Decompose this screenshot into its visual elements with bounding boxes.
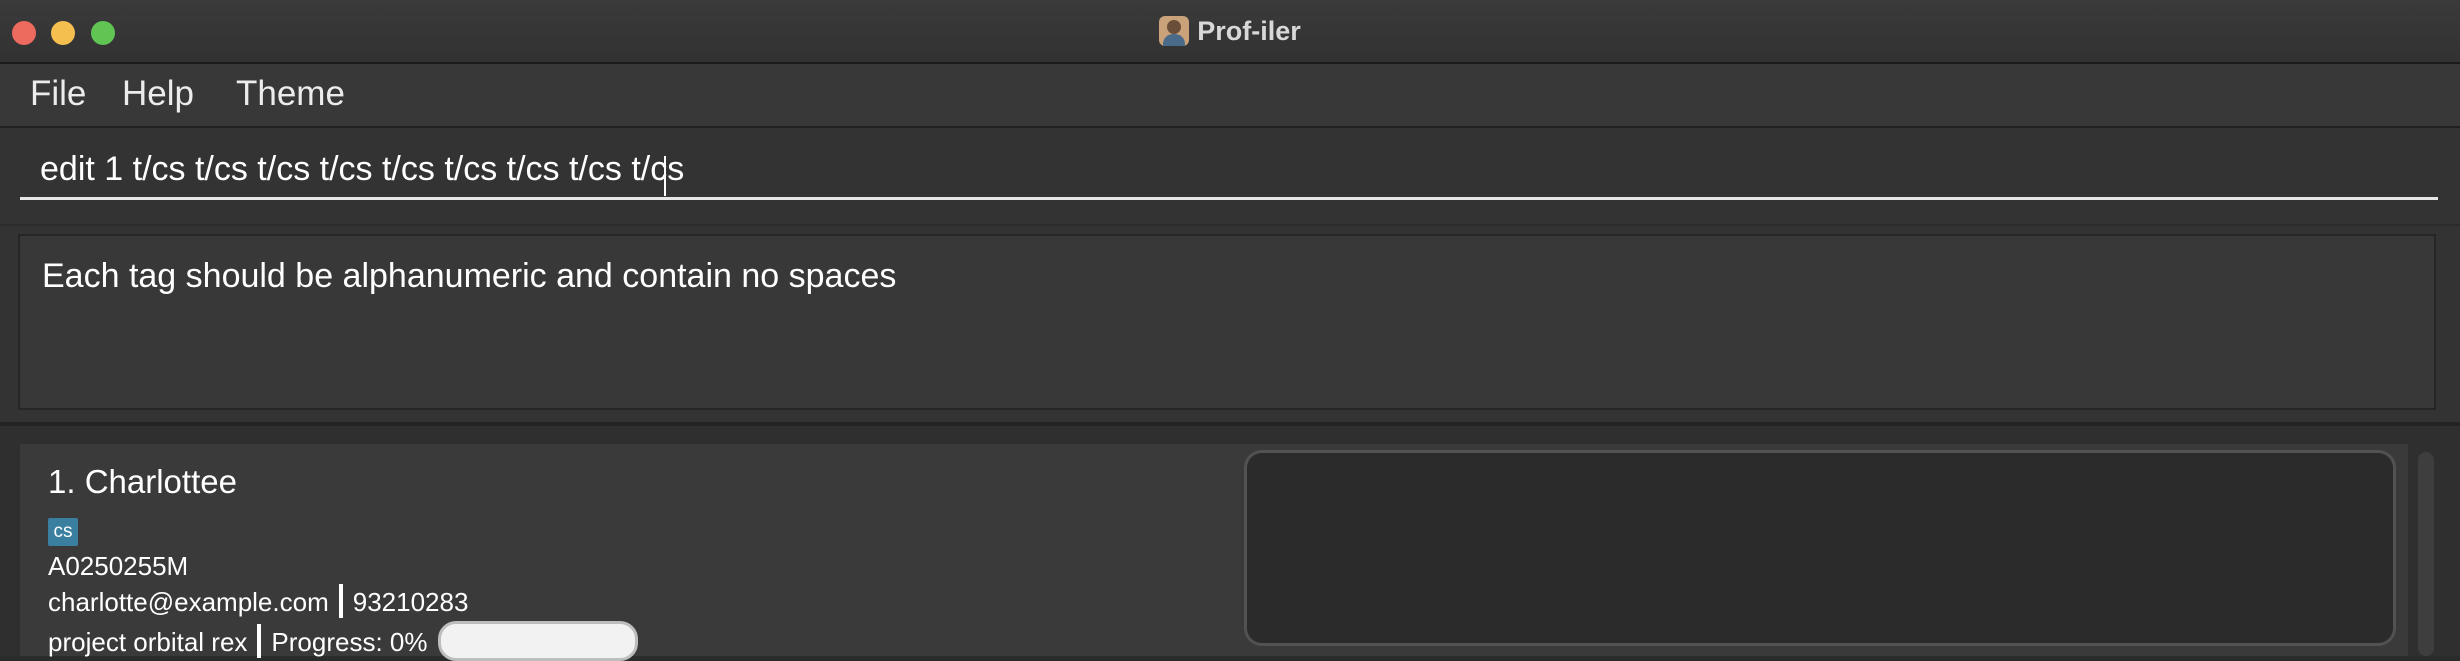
text-caret [664, 156, 666, 196]
command-input[interactable] [20, 142, 2438, 200]
menu-help[interactable]: Help [122, 74, 194, 114]
app-icon [1159, 16, 1190, 46]
list-scrollbar[interactable] [2418, 452, 2434, 656]
student-id: A0250255M [48, 551, 189, 581]
contact-line: charlotte@example.com 93210283 [48, 584, 468, 618]
progress-bar [437, 621, 638, 661]
notes-box [1244, 450, 2396, 646]
person-list: 1. Charlottee cs A0250255M charlotte@exa… [0, 426, 2460, 661]
menu-theme[interactable]: Theme [236, 74, 345, 114]
email: charlotte@example.com [48, 587, 329, 617]
result-display: Each tag should be alphanumeric and cont… [18, 234, 2436, 410]
window-title: Prof-iler [1197, 16, 1301, 46]
separator [257, 624, 262, 658]
person-name: 1. Charlottee [48, 463, 237, 500]
menu-file[interactable]: File [30, 74, 86, 114]
project-name: project orbital rex [48, 627, 248, 657]
tag-badge: cs [48, 518, 78, 546]
progress-label: Progress: 0% [271, 627, 428, 657]
separator [338, 584, 343, 618]
project-line: project orbital rex Progress: 0% [48, 621, 638, 661]
phone: 93210283 [352, 587, 469, 617]
command-box [0, 128, 2460, 224]
title-bar: Prof-iler [0, 0, 2460, 64]
person-card[interactable]: 1. Charlottee cs A0250255M charlotte@exa… [20, 444, 2408, 661]
result-message: Each tag should be alphanumeric and cont… [42, 257, 897, 295]
window-title-wrap: Prof-iler [0, 14, 2460, 48]
result-panel: Each tag should be alphanumeric and cont… [0, 226, 2460, 426]
menu-bar: File Help Theme [0, 64, 2460, 128]
